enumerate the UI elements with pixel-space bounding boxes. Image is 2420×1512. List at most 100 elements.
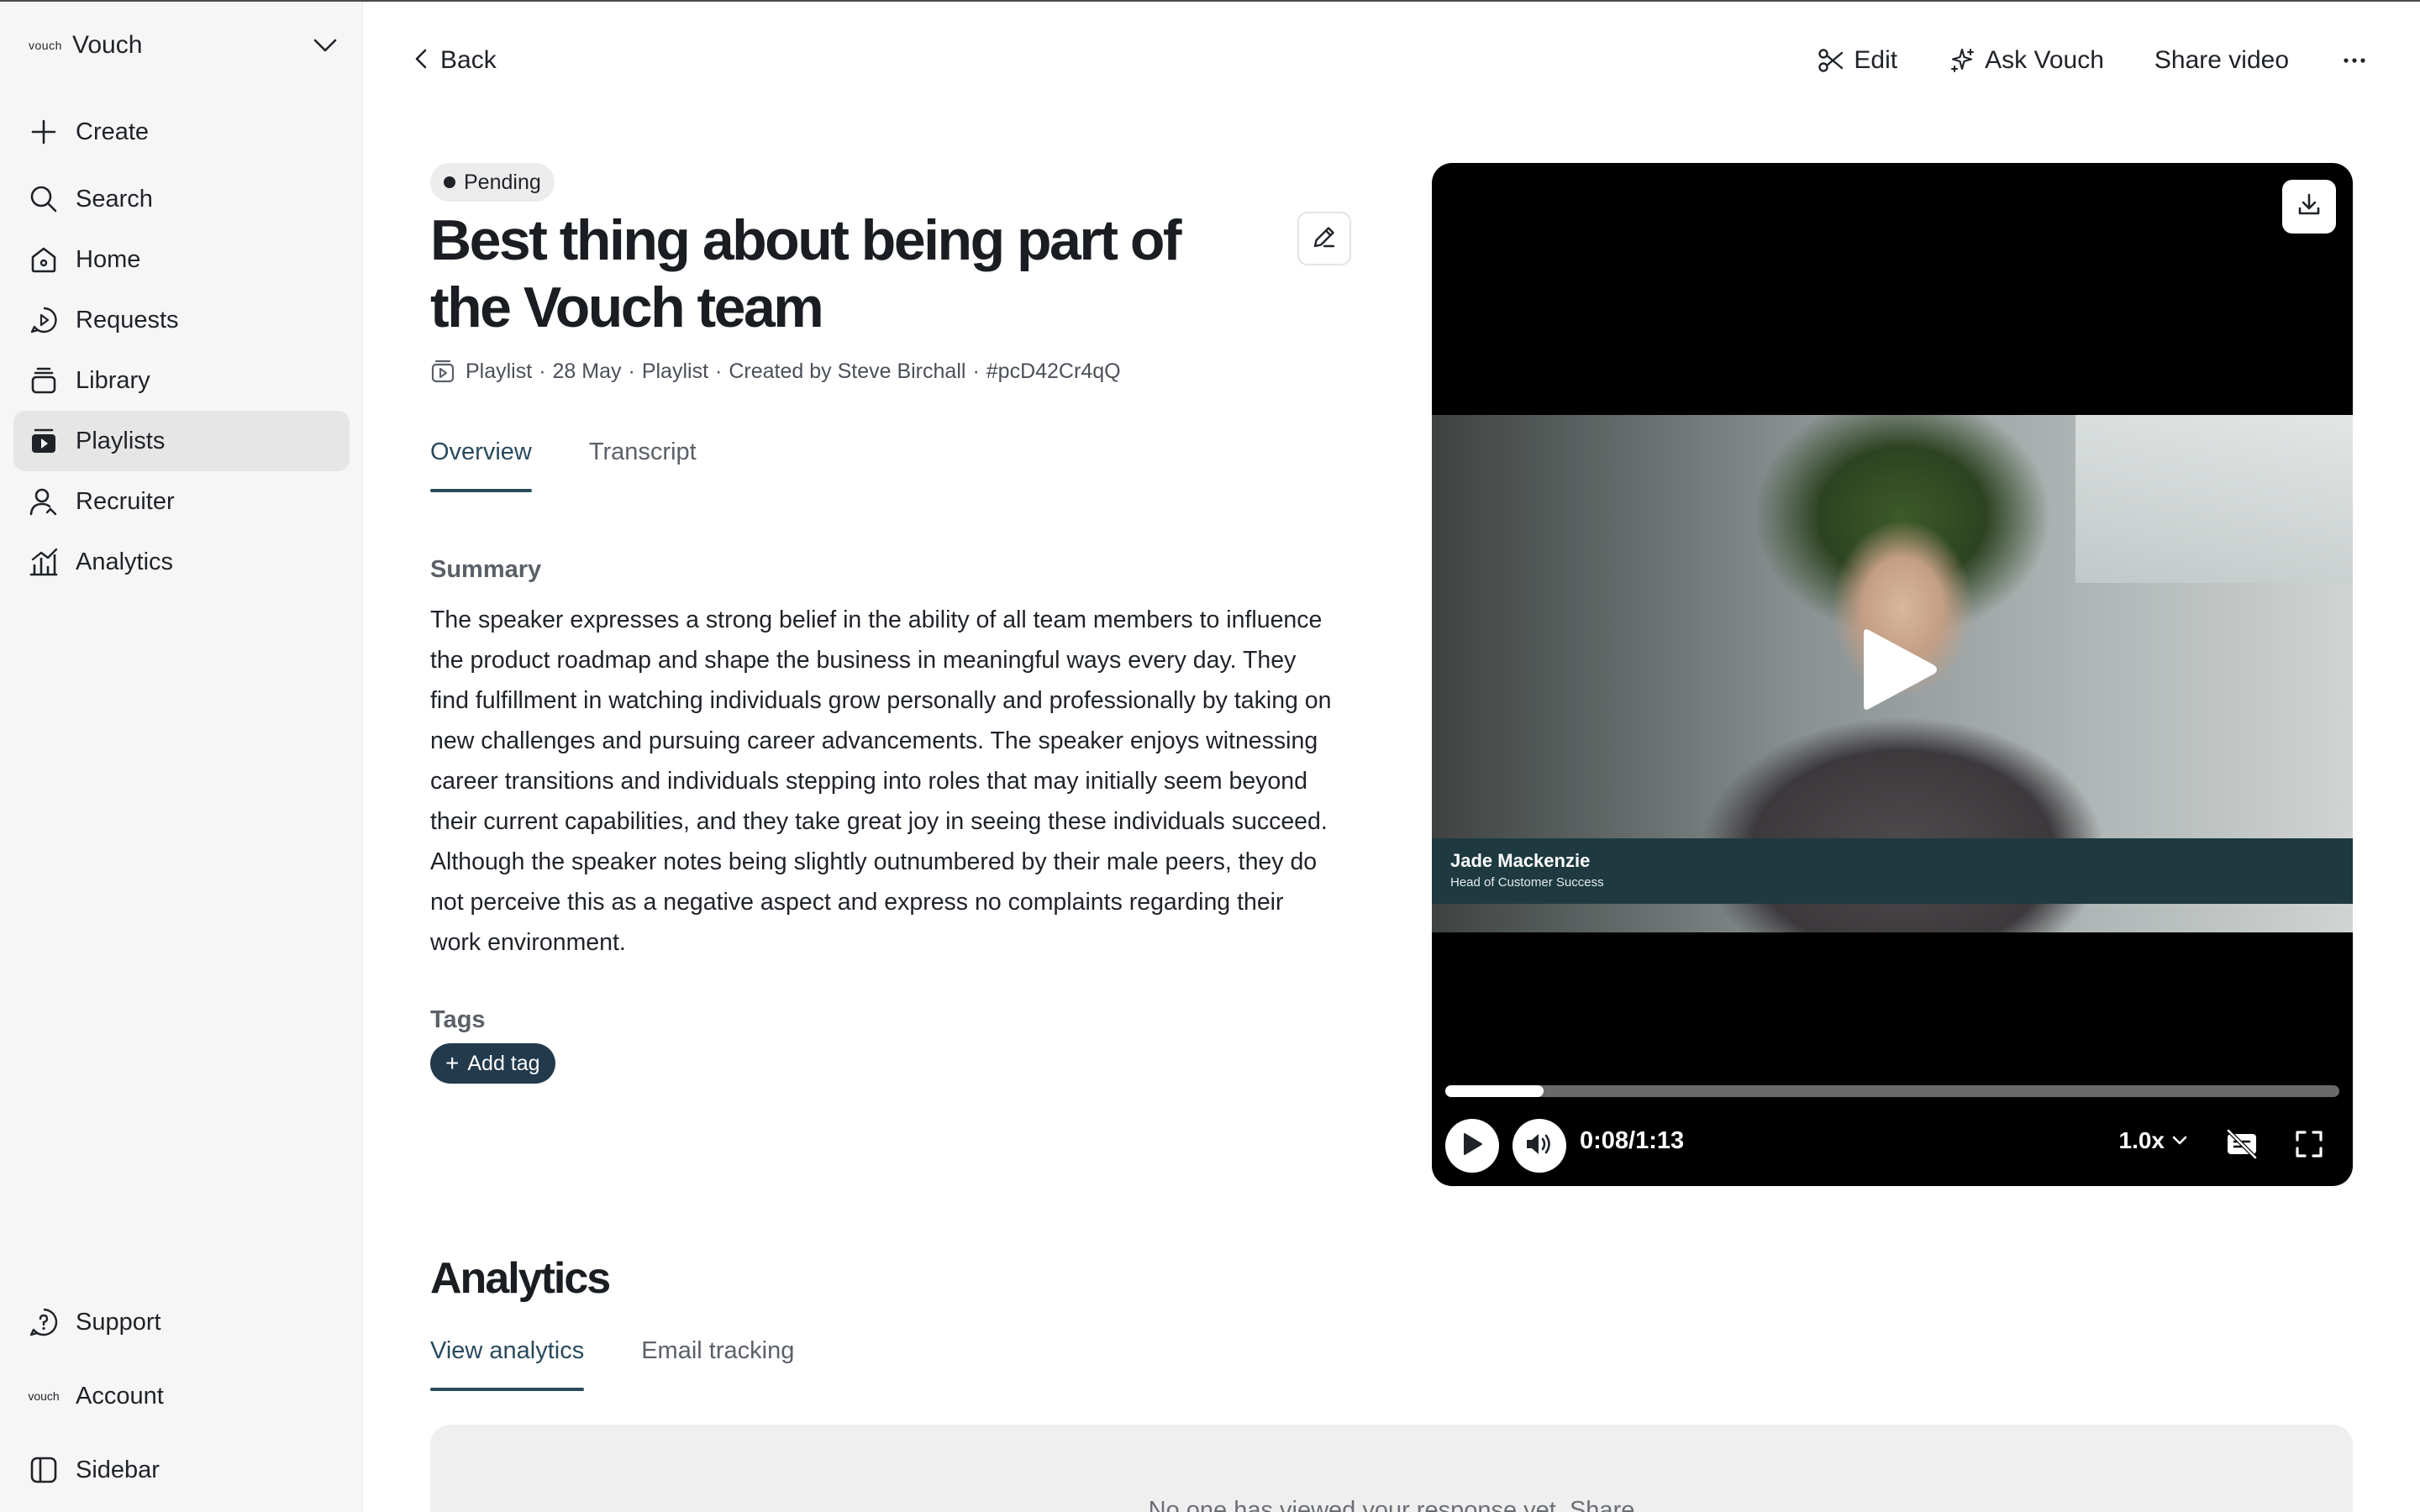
volume-button[interactable]	[1512, 1119, 1566, 1173]
analytics-icon	[27, 545, 60, 579]
sidebar-item-label: Create	[76, 118, 150, 145]
playlist-small-icon	[430, 358, 457, 385]
sidebar-item-label: Sidebar	[76, 1456, 160, 1483]
meta-created-by: Created by Steve Birchall	[729, 359, 966, 383]
plus-icon: +	[445, 1050, 460, 1076]
edit-label: Edit	[1854, 46, 1898, 74]
ask-vouch-label: Ask Vouch	[1985, 46, 2104, 74]
library-icon	[27, 364, 60, 397]
search-icon	[27, 182, 60, 216]
fullscreen-icon	[2294, 1129, 2324, 1163]
speaker-lower-third: Jade Mackenzie Head of Customer Success	[1432, 838, 2353, 904]
playback-speed-select[interactable]: 1.0x	[2119, 1127, 2189, 1154]
sidebar-item-support[interactable]: Support	[13, 1292, 350, 1352]
more-horizontal-icon	[2343, 53, 2366, 68]
download-icon	[2296, 192, 2323, 223]
tab-view-analytics[interactable]: View analytics	[430, 1337, 585, 1391]
edit-button[interactable]: Edit	[1817, 46, 1897, 75]
top-actions: Edit Ask Vouch Share video	[1766, 39, 2370, 82]
sidebar-item-label: Support	[76, 1308, 161, 1336]
sidebar-item-label: Playlists	[76, 427, 166, 454]
sidebar-item-label: Library	[76, 366, 150, 394]
recruiter-icon	[27, 485, 60, 518]
sidebar-item-account[interactable]: vouch Account	[13, 1366, 350, 1426]
help-icon	[27, 1305, 60, 1339]
sidebar-toggle-icon	[27, 1453, 60, 1487]
sidebar-item-recruiter[interactable]: Recruiter	[13, 471, 350, 532]
sidebar-item-home[interactable]: Home	[13, 229, 350, 290]
meta-separator: ·	[539, 359, 546, 383]
home-icon	[27, 243, 60, 276]
download-button[interactable]	[2282, 180, 2336, 234]
share-video-button[interactable]: Share video	[2154, 46, 2289, 75]
sidebar-item-label: Recruiter	[76, 487, 175, 515]
more-options-button[interactable]	[2339, 45, 2370, 76]
app-window: vouch Vouch Create Search Home Requests …	[0, 0, 2420, 1512]
ask-vouch-button[interactable]: Ask Vouch	[1948, 46, 2104, 75]
analytics-heading: Analytics	[430, 1254, 611, 1303]
plus-icon	[27, 115, 60, 149]
back-label: Back	[440, 46, 497, 74]
sidebar: vouch Vouch Create Search Home Requests …	[0, 2, 363, 1512]
sidebar-item-label: Home	[76, 245, 141, 273]
summary-heading: Summary	[430, 556, 542, 583]
pencil-icon	[1311, 223, 1338, 255]
meta-type: Playlist	[466, 359, 533, 383]
play-overlay-button[interactable]	[1857, 623, 1941, 716]
vouch-logo: vouch	[29, 39, 62, 52]
play-icon	[1460, 1131, 1484, 1161]
meta-kind: Playlist	[641, 359, 709, 383]
sidebar-item-sidebar-toggle[interactable]: Sidebar	[13, 1440, 350, 1500]
tab-overview[interactable]: Overview	[430, 438, 532, 492]
tab-email-tracking[interactable]: Email tracking	[641, 1337, 794, 1388]
sidebar-item-search[interactable]: Search	[13, 169, 350, 229]
meta-id: #pcD42Cr4qQ	[986, 359, 1121, 383]
sidebar-item-create[interactable]: Create	[13, 102, 350, 162]
speaker-role: Head of Customer Success	[1450, 875, 1604, 890]
analytics-empty-message: No one has viewed your response yet. Sha…	[1148, 1497, 1635, 1512]
meta-separator: ·	[715, 359, 723, 383]
add-tag-button[interactable]: + Add tag	[430, 1043, 555, 1084]
chevron-down-icon	[311, 31, 339, 60]
sidebar-item-library[interactable]: Library	[13, 350, 350, 411]
requests-icon	[27, 303, 60, 337]
video-progress-fill	[1445, 1085, 1544, 1097]
video-background	[2075, 415, 2353, 583]
chevron-down-icon	[2172, 1136, 2187, 1145]
analytics-tabs: View analytics Email tracking	[430, 1337, 851, 1391]
status-dot	[444, 176, 455, 188]
playback-speed-value: 1.0x	[2118, 1127, 2165, 1153]
volume-icon	[1524, 1131, 1555, 1162]
video-player[interactable]: Jade Mackenzie Head of Customer Success	[1432, 163, 2353, 1186]
sidebar-item-label: Account	[76, 1382, 164, 1410]
tags-heading: Tags	[430, 1006, 486, 1033]
captions-off-button[interactable]	[2223, 1127, 2260, 1164]
video-time: 0:08/1:13	[1580, 1127, 1685, 1154]
fullscreen-button[interactable]	[2291, 1127, 2328, 1164]
vouch-logo-icon: vouch	[28, 1389, 60, 1403]
edit-title-button[interactable]	[1297, 212, 1351, 265]
workspace-switcher[interactable]: vouch Vouch	[29, 24, 339, 67]
playlists-icon	[27, 424, 60, 458]
top-bar: Back Edit Ask Vouch Share video	[363, 2, 2420, 119]
content-tabs: Overview Transcript	[430, 438, 754, 492]
share-video-label: Share video	[2154, 46, 2289, 74]
back-button[interactable]: Back	[413, 40, 497, 81]
page-title: Best thing about being part of the Vouch…	[430, 208, 1182, 339]
captions-off-icon	[2225, 1128, 2259, 1163]
meta-line: Playlist · 28 May · Playlist · Created b…	[430, 354, 1121, 388]
sidebar-item-requests[interactable]: Requests	[13, 290, 350, 350]
workspace-name: Vouch	[72, 31, 143, 59]
sidebar-item-playlists[interactable]: Playlists	[13, 411, 350, 471]
speaker-name: Jade Mackenzie	[1450, 850, 1591, 871]
add-tag-label: Add tag	[467, 1051, 540, 1075]
summary-text: The speaker expresses a strong belief in…	[430, 606, 1332, 956]
sidebar-item-label: Analytics	[76, 548, 174, 575]
scissors-icon	[1817, 46, 1845, 75]
meta-separator: ·	[972, 359, 980, 383]
play-button[interactable]	[1445, 1119, 1499, 1173]
tab-transcript[interactable]: Transcript	[589, 438, 697, 489]
sidebar-item-analytics[interactable]: Analytics	[13, 532, 350, 592]
video-progress-bar[interactable]	[1445, 1085, 2339, 1097]
meta-date: 28 May	[552, 359, 622, 383]
